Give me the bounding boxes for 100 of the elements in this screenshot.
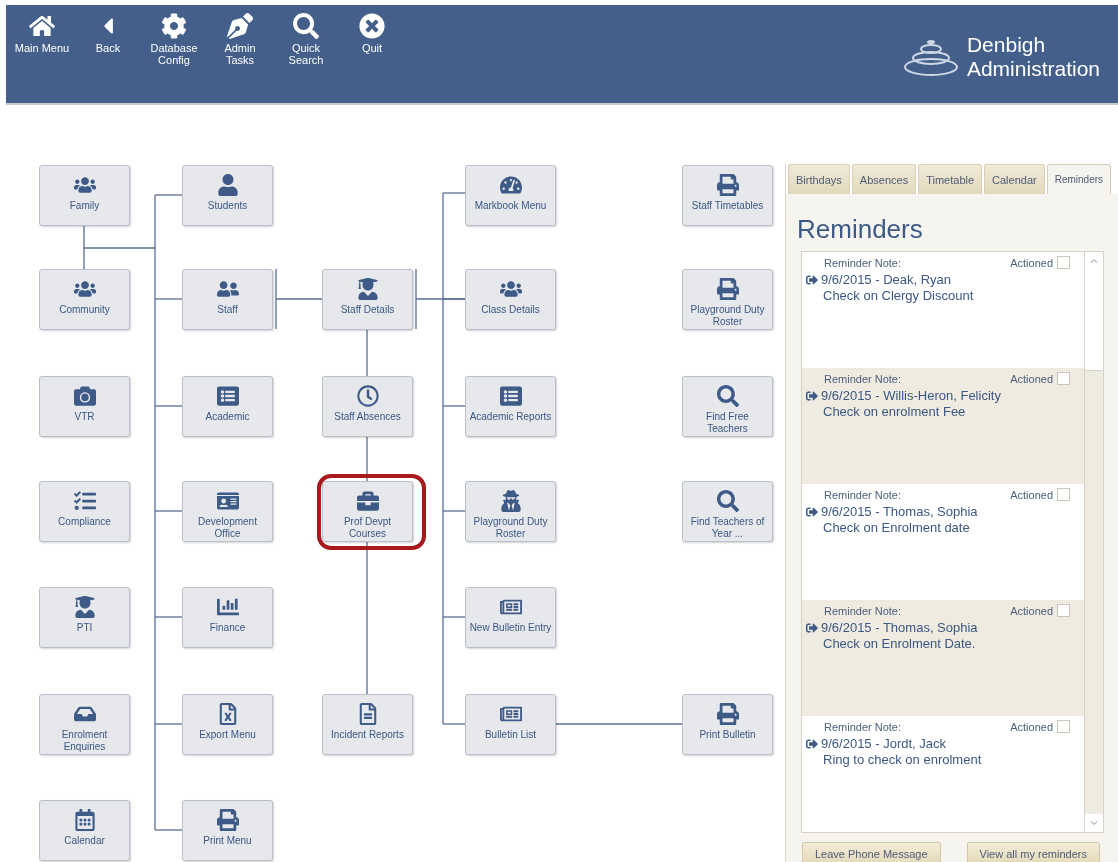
search-icon bbox=[716, 385, 739, 407]
graduate-icon bbox=[73, 596, 96, 618]
spy-icon bbox=[499, 490, 522, 512]
arrow-icon bbox=[806, 621, 818, 634]
menu-tile[interactable]: Staff Timetables bbox=[682, 165, 773, 226]
menu-tile[interactable]: Staff bbox=[182, 269, 273, 330]
panel-tab[interactable]: Absences bbox=[851, 164, 917, 194]
logo-icon bbox=[902, 37, 959, 78]
arrow-icon bbox=[806, 737, 818, 750]
id-card-icon bbox=[216, 490, 239, 512]
toolbar-button[interactable]: Quick Search bbox=[278, 13, 334, 67]
reminder-note: Check on enrolment Fee bbox=[822, 404, 967, 419]
briefcase-icon bbox=[356, 490, 379, 512]
panel-tab[interactable]: Timetable bbox=[918, 164, 983, 194]
family-icon bbox=[73, 174, 96, 196]
menu-tile[interactable]: Find Teachers of Year ... bbox=[682, 481, 773, 542]
camera-icon bbox=[73, 385, 96, 407]
menu-tile[interactable]: Compliance bbox=[39, 481, 130, 542]
arrow-icon bbox=[806, 505, 818, 518]
connector-line bbox=[366, 435, 368, 482]
menu-tile[interactable]: Print Menu bbox=[182, 800, 273, 861]
chevron-up-icon[interactable] bbox=[1090, 257, 1098, 265]
panel-button[interactable]: View all my reminders bbox=[966, 842, 1100, 862]
menu-tile[interactable]: Incident Reports bbox=[322, 694, 413, 755]
actioned-checkbox[interactable] bbox=[1057, 372, 1070, 385]
gear-icon bbox=[161, 13, 187, 39]
reminder-note: Check on Clergy Discount bbox=[822, 288, 975, 303]
menu-tile[interactable]: Enrolment Enquiries bbox=[39, 694, 130, 755]
menu-tile[interactable]: Playground Duty Roster bbox=[465, 481, 556, 542]
reminder-title: 9/6/2015 - Jordt, Jack bbox=[821, 736, 946, 751]
close-icon bbox=[359, 13, 385, 39]
menu-tile[interactable]: Bulletin List bbox=[465, 694, 556, 755]
panel-tab[interactable]: Reminders bbox=[1046, 164, 1112, 194]
toolbar-button[interactable]: Quit bbox=[344, 13, 400, 67]
reminder-heading: Reminder Note: bbox=[824, 256, 902, 269]
reminder-note: Check on Enrolment date bbox=[822, 520, 971, 535]
arrow-icon bbox=[806, 389, 818, 402]
menu-tile[interactable]: Class Details bbox=[465, 269, 556, 330]
actioned-checkbox[interactable] bbox=[1057, 256, 1070, 269]
menu-tile[interactable]: Staff Details bbox=[322, 269, 413, 330]
printer-icon bbox=[716, 278, 739, 300]
actioned-label: Actioned bbox=[1010, 720, 1053, 733]
menu-tile[interactable]: Print Bulletin bbox=[682, 694, 773, 755]
actioned-checkbox[interactable] bbox=[1057, 488, 1070, 501]
menu-tile[interactable]: Staff Absences bbox=[322, 376, 413, 437]
menu-tile[interactable]: Calendar bbox=[39, 800, 130, 861]
panel-tab[interactable]: Calendar bbox=[984, 164, 1045, 194]
menu-tile[interactable]: Find Free Teachers bbox=[682, 376, 773, 437]
reminder-title: 9/6/2015 - Willis-Heron, Felicity bbox=[821, 388, 1001, 403]
menu-tile[interactable]: Playground Duty Roster bbox=[682, 269, 773, 330]
actioned-label: Actioned bbox=[1010, 604, 1053, 617]
bar-chart-icon bbox=[216, 596, 239, 618]
calendar-icon bbox=[73, 809, 96, 831]
menu-tile[interactable]: Export Menu bbox=[182, 694, 273, 755]
clock-icon bbox=[356, 385, 379, 407]
gauge-icon bbox=[499, 174, 522, 196]
menu-tile[interactable]: Prof Devpt Courses bbox=[322, 481, 413, 542]
menu-tile[interactable]: VTR bbox=[39, 376, 130, 437]
actioned-label: Actioned bbox=[1010, 372, 1053, 385]
reminder-note: Check on Enrolment Date. bbox=[822, 636, 977, 651]
reminder-heading: Reminder Note: bbox=[824, 372, 902, 385]
toolbar-button[interactable]: Admin Tasks bbox=[212, 13, 268, 67]
list-card-icon bbox=[216, 385, 239, 407]
reminder-heading: Reminder Note: bbox=[824, 488, 902, 501]
menu-tile[interactable]: New Bulletin Entry bbox=[465, 587, 556, 648]
home-icon bbox=[29, 13, 55, 39]
printer-icon bbox=[716, 703, 739, 725]
menu-tile[interactable]: Community bbox=[39, 269, 130, 330]
group-icon bbox=[73, 278, 96, 300]
reminder-heading: Reminder Note: bbox=[824, 604, 902, 617]
scrollbar[interactable] bbox=[1084, 252, 1103, 832]
menu-tile[interactable]: Academic Reports bbox=[465, 376, 556, 437]
search-icon bbox=[293, 13, 319, 39]
toolbar-button[interactable]: Back bbox=[80, 13, 136, 67]
menu-tile[interactable]: Family bbox=[39, 165, 130, 226]
menu-tile[interactable]: Markbook Menu bbox=[465, 165, 556, 226]
menu-tile[interactable]: Students bbox=[182, 165, 273, 226]
scrollbar-thumb[interactable] bbox=[1085, 270, 1103, 371]
reminder-title: 9/6/2015 - Deak, Ryan bbox=[821, 272, 952, 287]
menu-tile[interactable]: Academic bbox=[182, 376, 273, 437]
toolbar-button[interactable]: Database Config bbox=[146, 13, 202, 67]
reminder-note: Ring to check on enrolment bbox=[822, 752, 983, 767]
group-icon bbox=[499, 278, 522, 300]
printer-icon bbox=[716, 174, 739, 196]
menu-tile[interactable]: Development Office bbox=[182, 481, 273, 542]
menu-tile[interactable]: Finance bbox=[182, 587, 273, 648]
pen-icon bbox=[227, 13, 253, 39]
menu-tile[interactable]: PTI bbox=[39, 587, 130, 648]
reminder-heading: Reminder Note: bbox=[824, 720, 902, 733]
checklist-icon bbox=[73, 490, 96, 512]
actioned-label: Actioned bbox=[1010, 488, 1053, 501]
chevron-down-icon[interactable] bbox=[1090, 819, 1098, 827]
panel-button[interactable]: Leave Phone Message bbox=[802, 842, 941, 862]
actioned-checkbox[interactable] bbox=[1057, 720, 1070, 733]
actioned-checkbox[interactable] bbox=[1057, 604, 1070, 617]
toolbar-button[interactable]: Main Menu bbox=[14, 13, 70, 67]
printer-icon bbox=[216, 809, 239, 831]
panel-tab[interactable]: Birthdays bbox=[788, 164, 850, 194]
list-card-icon bbox=[499, 385, 522, 407]
actioned-label: Actioned bbox=[1010, 256, 1053, 269]
